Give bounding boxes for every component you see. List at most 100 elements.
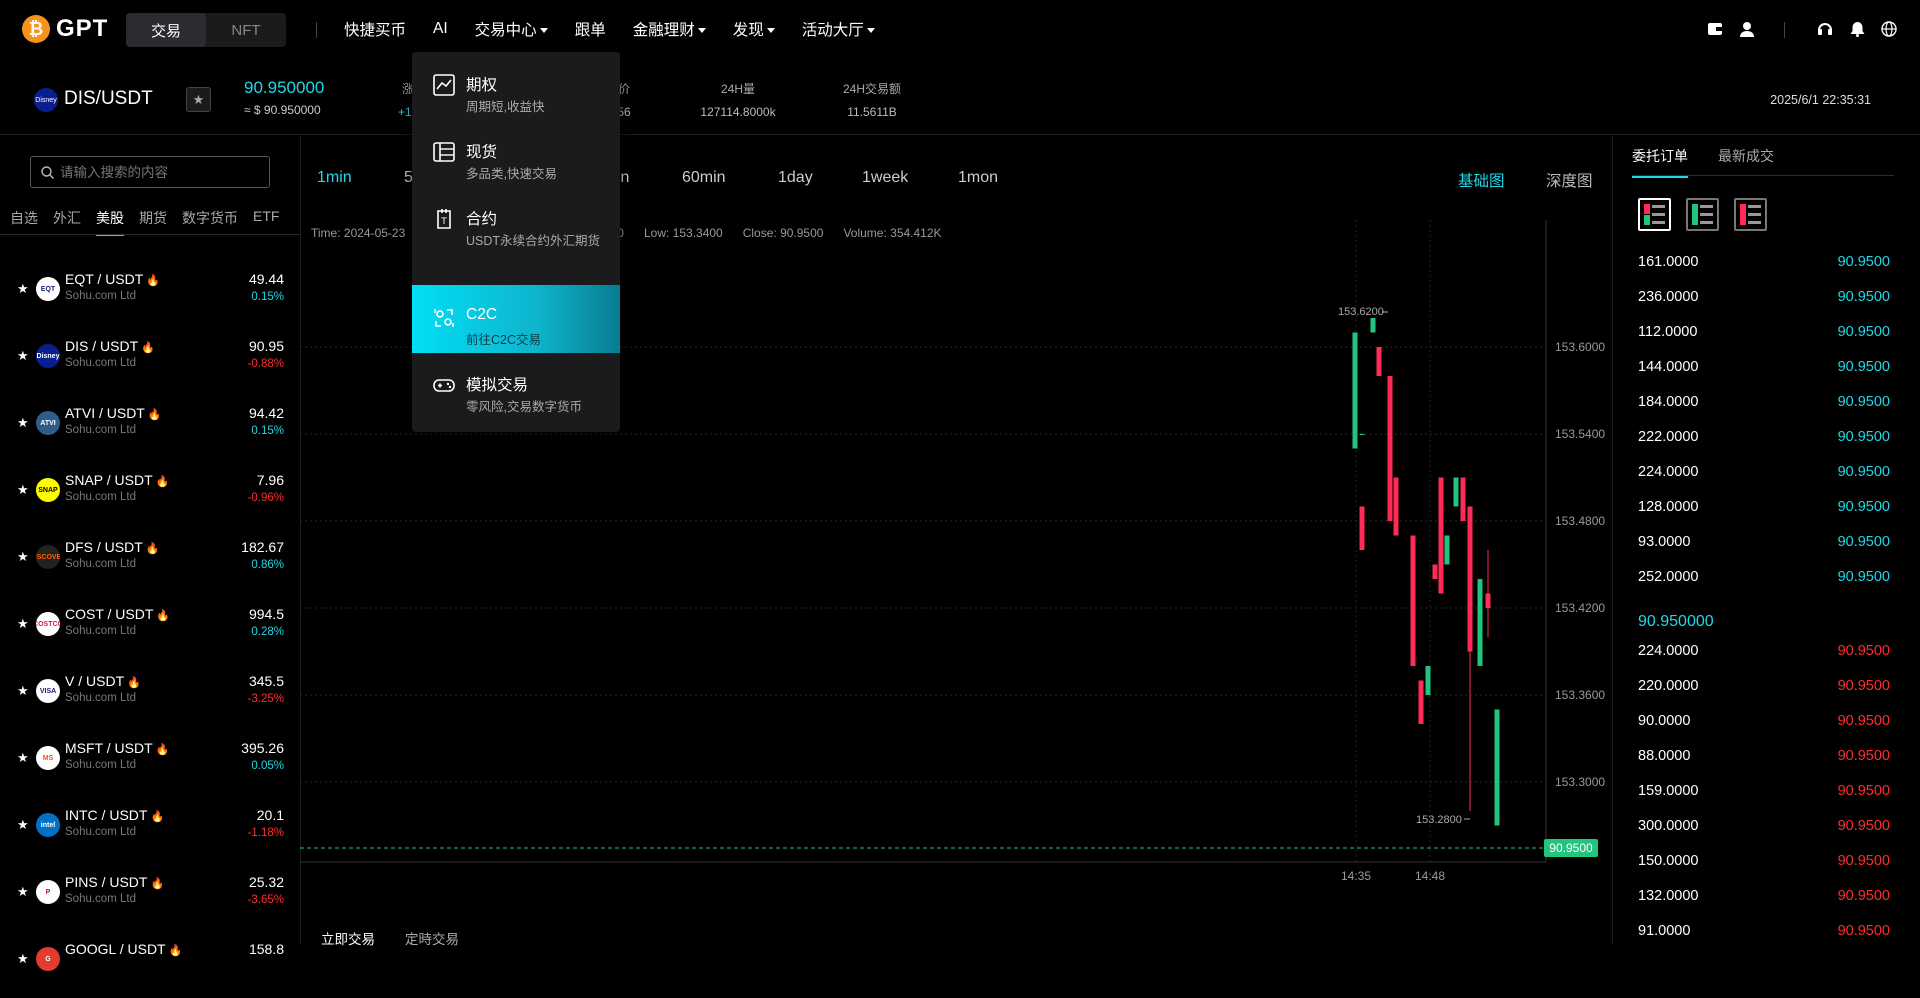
search-input[interactable] [60,164,250,180]
orderbook-bid-row[interactable]: 90.0000 90.9500 [1638,713,1892,733]
favorite-star-icon[interactable]: ★ [17,482,29,498]
bell-icon[interactable] [1848,20,1866,38]
bid-price: 90.9500 [1837,713,1890,729]
hot-fire-icon: 🔥 [155,744,170,756]
interval-tab[interactable]: 1min [317,169,352,187]
tab-latest-trades[interactable]: 最新成交 [1718,146,1774,178]
orderbook-ask-row[interactable]: 112.0000 90.9500 [1638,324,1892,344]
dropdown-item[interactable]: T 合约 USDT永续合约外汇期货 [412,186,620,285]
timed-trade-tab[interactable]: 定時交易 [405,928,459,948]
market-tab[interactable]: 美股 [96,208,124,236]
market-row[interactable]: ★ COSTCO COST / USDT🔥 Sohu.com Ltd 994.5 0.28… [0,596,300,663]
market-row[interactable]: ★ MS MSFT / USDT 🔥 Sohu.com Ltd 395.26 0.05% [0,730,300,797]
nav-item[interactable]: 交易中心 [475,18,548,40]
orderbook-mode-asks[interactable] [1734,198,1767,231]
orderbook-bid-row[interactable]: 132.0000 90.9500 [1638,888,1892,908]
wallet-icon[interactable] [1706,20,1724,38]
nav-item[interactable]: AI [433,20,448,38]
market-tab[interactable]: ETF [253,208,279,236]
dropdown-item[interactable]: 期权 周期短,收益快 [412,52,620,119]
orderbook-ask-row[interactable]: 224.0000 90.9500 [1638,464,1892,484]
orderbook-ask-row[interactable]: 144.0000 90.9500 [1638,359,1892,379]
orderbook-ask-row[interactable]: 128.0000 90.9500 [1638,499,1892,519]
orderbook-ask-row[interactable]: 93.0000 90.9500 [1638,534,1892,554]
favorite-star-icon[interactable]: ★ [17,683,29,699]
favorite-star-icon[interactable]: ★ [17,884,29,900]
bid-qty: 220.0000 [1638,678,1699,694]
orderbook-ask-row[interactable]: 161.0000 90.9500 [1638,254,1892,274]
market-row[interactable]: ★ G GOOGL / USDT 🔥 158.8 [0,931,300,998]
orderbook-bid-row[interactable]: 88.0000 90.9500 [1638,748,1892,768]
favorite-star-icon[interactable]: ★ [17,616,29,632]
nav-item-label: 金融理财 [632,22,695,39]
market-tab[interactable]: 外汇 [53,208,81,236]
dropdown-item[interactable]: 模拟交易 零风险,交易数字货币 [412,352,620,419]
headset-icon[interactable] [1816,20,1834,38]
candle-body [1485,593,1491,608]
dropdown-item[interactable]: 现货 多品类,快速交易 [412,119,620,186]
market-row[interactable]: ★ SNAP SNAP / USDT 🔥 Sohu.com Ltd 7.96 -0.96% [0,462,300,529]
nav-item[interactable]: 活动大厅 [802,18,875,40]
orderbook-ask-row[interactable]: 236.0000 90.9500 [1638,289,1892,309]
interval-tab[interactable]: 1mon [958,169,998,187]
y-tick-label: 153.4800 [1555,514,1605,528]
nav-item[interactable]: 快捷买币 [344,18,406,40]
market-row[interactable]: ★ EQT EQT / USDT 🔥 Sohu.com Ltd 49.44 0.15% [0,261,300,328]
market-tab[interactable]: 数字货币 [182,208,238,236]
logo[interactable]: ₿ GPT [22,15,108,43]
favorite-star-button[interactable]: ★ [186,87,211,112]
interval-tab[interactable]: 1day [778,169,813,187]
nav-item[interactable]: 跟单 [575,18,606,40]
globe-icon[interactable] [1880,20,1898,38]
company-logo-icon: SNAP [36,478,60,502]
dropdown-item-desc: 前往C2C交易 [466,333,542,347]
dropdown-item[interactable]: C2C 前往C2C交易 [412,285,620,353]
orderbook-bid-row[interactable]: 91.0000 90.9500 [1638,923,1892,943]
market-row[interactable]: ★ DISCOVER DFS / USDT🔥 Sohu.com Ltd 182.67 0.… [0,529,300,596]
orderbook-bid-row[interactable]: 150.0000 90.9500 [1638,853,1892,873]
favorite-star-icon[interactable]: ★ [17,549,29,565]
tab-orders[interactable]: 委托订单 [1632,146,1688,178]
market-tab[interactable]: 期货 [139,208,167,236]
interval-tab[interactable]: 60min [682,169,726,187]
trade-now-tab[interactable]: 立即交易 [321,928,375,948]
market-tab[interactable]: 自选 [10,208,38,236]
candle-body [1359,434,1365,435]
market-row[interactable]: ★ VISA V / USDT 🔥 Sohu.com Ltd 345.5 -3.25% [0,663,300,730]
nav-item[interactable]: 金融理财 [633,18,706,40]
market-change: 0.86% [251,559,284,571]
market-price: 182.67 [241,539,284,555]
orderbook-bid-row[interactable]: 220.0000 90.9500 [1638,678,1892,698]
orderbook-mode-bids[interactable] [1686,198,1719,231]
seg-trade[interactable]: 交易 [126,13,206,47]
orderbook-mode-both[interactable] [1638,198,1671,231]
chart-type-depth[interactable]: 深度图 [1546,169,1593,191]
favorite-star-icon[interactable]: ★ [17,951,29,967]
market-row[interactable]: ★ Disney DIS / USDT 🔥 Sohu.com Ltd 90.95 -0.88… [0,328,300,395]
orderbook-ask-row[interactable]: 222.0000 90.9500 [1638,429,1892,449]
seg-nft[interactable]: NFT [206,13,286,47]
candle-body [1387,376,1393,521]
gamepad-icon [433,374,455,396]
orderbook-ask-row[interactable]: 252.0000 90.9500 [1638,569,1892,589]
market-row[interactable]: ★ intel INTC / USDT 🔥 Sohu.com Ltd 20.1 -1.18% [0,797,300,864]
company-name: Sohu.com Ltd [65,893,136,905]
favorite-star-icon[interactable]: ★ [17,415,29,431]
interval-tab[interactable]: 1week [862,169,908,187]
favorite-star-icon[interactable]: ★ [17,348,29,364]
nav-item[interactable]: 发现 [733,18,775,40]
favorite-star-icon[interactable]: ★ [17,281,29,297]
orderbook-bid-row[interactable]: 300.0000 90.9500 [1638,818,1892,838]
favorite-star-icon[interactable]: ★ [17,817,29,833]
orderbook-ask-row[interactable]: 184.0000 90.9500 [1638,394,1892,414]
market-tabs: 自选 外汇 美股 期货 数字货币 ETF [10,208,279,236]
favorite-star-icon[interactable]: ★ [17,750,29,766]
market-row[interactable]: ★ ATVI ATVI / USDT 🔥 Sohu.com Ltd 94.42 0.15% [0,395,300,462]
market-row[interactable]: ★ P PINS / USDT 🔥 Sohu.com Ltd 25.32 -3.65% [0,864,300,931]
company-name: Sohu.com Ltd [65,424,136,436]
user-icon[interactable] [1738,20,1756,38]
orderbook-bid-row[interactable]: 159.0000 90.9500 [1638,783,1892,803]
orderbook-bid-row[interactable]: 224.0000 90.9500 [1638,643,1892,663]
ask-qty: 112.0000 [1638,324,1698,340]
chart-type-basic[interactable]: 基础图 [1458,169,1505,191]
